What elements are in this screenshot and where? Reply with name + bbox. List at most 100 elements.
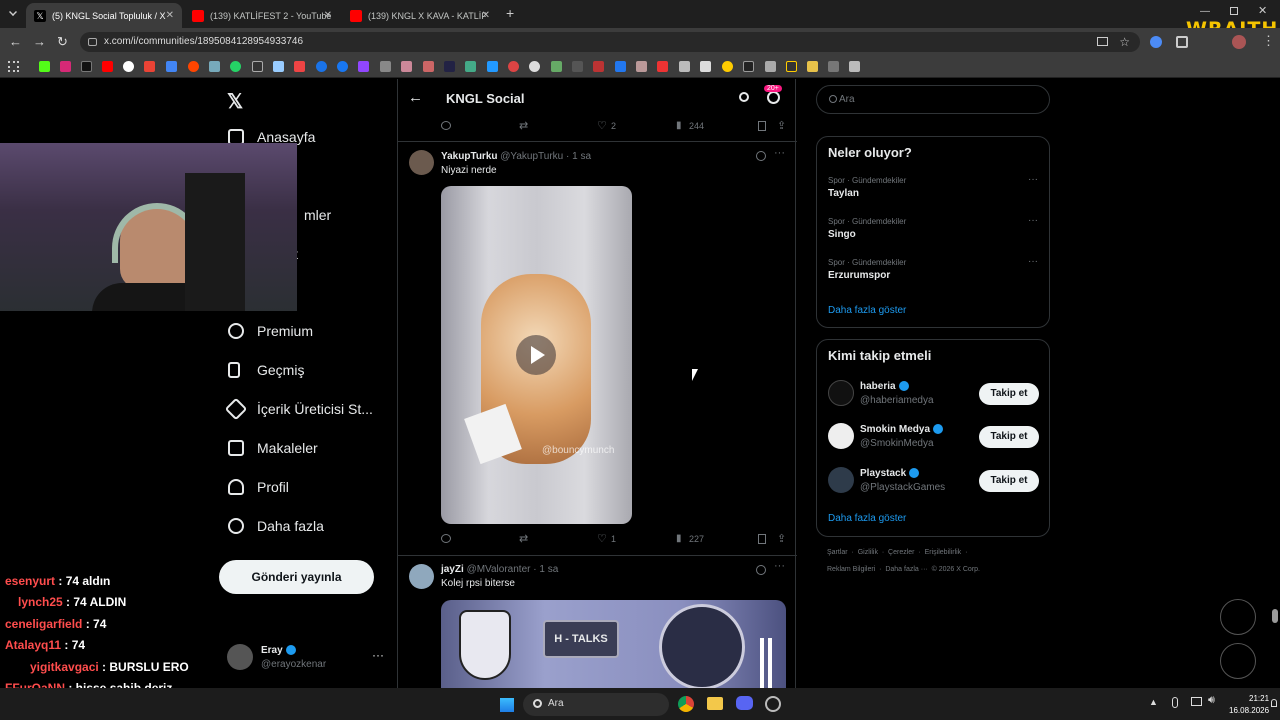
footer-links[interactable]: Şartlar · Gizlilik · Çerezler · Erişileb… <box>827 549 967 556</box>
like-icon[interactable]: ♡ <box>597 119 607 132</box>
tab-list-chevron-icon[interactable] <box>9 8 17 16</box>
trend-item[interactable]: Spor · Gündemdekiler Singo ··· <box>828 215 1038 240</box>
browser-tab-youtube-2[interactable]: (139) KNGL X KAVA - KATLİFEST ✕ <box>342 3 498 28</box>
scrollbar-thumb[interactable] <box>1272 609 1278 623</box>
retweet-icon[interactable]: ⇄ <box>519 532 528 545</box>
more-dots-icon[interactable]: ··· <box>1028 256 1038 267</box>
chrome-taskbar-icon[interactable] <box>678 696 694 712</box>
close-tab-icon[interactable]: ✕ <box>324 10 332 21</box>
discord-taskbar-icon[interactable] <box>736 696 753 710</box>
follow-suggestion[interactable]: haberia @haberiamedya Takip et <box>817 378 1049 412</box>
kick-bookmark-icon[interactable] <box>39 61 50 72</box>
back-arrow-icon[interactable]: ← <box>408 89 423 106</box>
network-icon[interactable] <box>1191 697 1202 706</box>
menu-kebab-icon[interactable]: ⋮ <box>1262 33 1275 49</box>
footer-links[interactable]: Reklam Bilgileri · Daha fazla ··· © 2026… <box>827 566 980 573</box>
play-button-icon[interactable] <box>516 335 556 375</box>
extension-icon[interactable] <box>1150 36 1162 48</box>
bookmark-icon[interactable] <box>423 61 434 72</box>
install-app-icon[interactable] <box>1097 37 1108 46</box>
bookmark-icon[interactable] <box>209 61 220 72</box>
more-dots-icon[interactable]: ··· <box>774 560 785 572</box>
search-icon[interactable] <box>739 92 749 102</box>
bookmark-icon[interactable] <box>273 61 284 72</box>
sidebar-item-bookmarks[interactable]: Geçmiş <box>228 362 304 378</box>
forward-icon[interactable]: → <box>33 34 46 49</box>
bookmark-icon[interactable] <box>828 61 839 72</box>
google-bookmark-icon[interactable] <box>123 61 134 72</box>
retweet-icon[interactable]: ⇄ <box>519 119 528 132</box>
follow-button[interactable]: Takip et <box>979 383 1039 405</box>
like-icon[interactable]: ♡ <box>597 532 607 545</box>
tweet-author-name[interactable]: jayZi <box>441 564 464 575</box>
tweet-video[interactable]: @bouncymunch <box>441 186 632 524</box>
apps-grid-icon[interactable] <box>8 61 19 72</box>
extensions-puzzle-icon[interactable] <box>1176 36 1188 48</box>
profile-avatar-icon[interactable] <box>1232 35 1246 49</box>
clock-date[interactable]: 16.08.2026 <box>1229 706 1269 715</box>
messages-floating-button[interactable] <box>1220 643 1256 679</box>
whatsapp-bookmark-icon[interactable] <box>230 61 241 72</box>
bookmark-icon[interactable] <box>380 61 391 72</box>
follow-suggestion[interactable]: Playstack @PlaystackGames Takip et <box>817 465 1049 499</box>
bookmark-icon[interactable] <box>758 534 766 544</box>
bookmark-icon[interactable] <box>252 61 263 72</box>
bookmark-icon[interactable] <box>758 121 766 131</box>
close-tab-icon[interactable]: ✕ <box>482 10 490 21</box>
sidebar-item-articles[interactable]: Makaleler <box>228 440 318 456</box>
microphone-icon[interactable] <box>1172 697 1178 708</box>
twitch-bookmark-icon[interactable] <box>358 61 369 72</box>
bookmark-icon[interactable] <box>743 61 754 72</box>
bookmark-icon[interactable] <box>679 61 690 72</box>
bookmark-icon[interactable] <box>487 61 498 72</box>
minimize-icon[interactable]: — <box>1200 6 1210 17</box>
bookmark-icon[interactable] <box>765 61 776 72</box>
share-icon[interactable]: ⇪ <box>777 119 786 132</box>
reload-icon[interactable]: ↻ <box>57 34 68 50</box>
more-dots-icon[interactable]: ··· <box>774 147 785 159</box>
bookmark-icon[interactable] <box>551 61 562 72</box>
facebook-bookmark-icon[interactable] <box>337 61 348 72</box>
bookmark-icon[interactable] <box>401 61 412 72</box>
share-icon[interactable]: ⇪ <box>777 532 786 545</box>
volume-icon[interactable]: 🔊︎ <box>1208 694 1215 707</box>
follow-button[interactable]: Takip et <box>979 426 1039 448</box>
gmail-bookmark-icon[interactable] <box>144 61 155 72</box>
bookmark-icon[interactable] <box>465 61 476 72</box>
bookmark-icon[interactable] <box>700 61 711 72</box>
browser-tab-x[interactable]: 𝕏 (5) KNGL Social Topluluk / X ✕ <box>26 3 182 28</box>
more-dots-icon[interactable]: ··· <box>1028 174 1038 185</box>
reddit-bookmark-icon[interactable] <box>188 61 199 72</box>
trend-item[interactable]: Spor · Gündemdekiler Taylan ··· <box>828 174 1038 199</box>
bookmark-icon[interactable] <box>593 61 604 72</box>
instagram-bookmark-icon[interactable] <box>60 61 71 72</box>
file-explorer-taskbar-icon[interactable] <box>707 697 723 710</box>
bookmark-icon[interactable] <box>572 61 583 72</box>
tray-chevron-icon[interactable]: ▲ <box>1149 697 1158 707</box>
address-bar[interactable]: x.com/i/communities/1895084128954933746 … <box>80 32 1140 52</box>
taskbar-search[interactable]: Ara <box>523 693 669 716</box>
x-bookmark-icon[interactable] <box>81 61 92 72</box>
bookmark-icon[interactable] <box>615 61 626 72</box>
bookmark-icon[interactable] <box>316 61 327 72</box>
clock-time[interactable]: 21:21 <box>1249 694 1269 703</box>
bookmark-icon[interactable] <box>636 61 647 72</box>
close-window-icon[interactable]: ✕ <box>1258 4 1267 17</box>
bookmark-icon[interactable] <box>657 61 668 72</box>
bookmark-star-icon[interactable]: ☆ <box>1119 32 1130 52</box>
grok-icon[interactable] <box>756 151 766 161</box>
sidebar-item-more[interactable]: Daha fazla <box>228 518 324 534</box>
tweet[interactable]: jayZi @MValoranter · 1 sa ··· Kolej rpsi… <box>398 556 797 688</box>
reply-icon[interactable] <box>441 534 451 543</box>
community-settings-icon[interactable] <box>767 91 780 104</box>
search-box[interactable]: Ara <box>816 85 1050 114</box>
browser-tab-youtube-1[interactable]: (139) KATLİFEST 2 - YouTube ✕ <box>184 3 340 28</box>
bookmark-icon[interactable] <box>294 61 305 72</box>
grok-icon[interactable] <box>756 565 766 575</box>
notification-bell-icon[interactable] <box>1271 699 1277 707</box>
bookmark-icon[interactable] <box>166 61 177 72</box>
tweet-author-name[interactable]: YakupTurku <box>441 151 498 162</box>
bookmark-icon[interactable] <box>849 61 860 72</box>
tweet-image[interactable]: H - TALKS <box>441 600 786 688</box>
sidebar-item-premium[interactable]: Premium <box>228 323 313 339</box>
